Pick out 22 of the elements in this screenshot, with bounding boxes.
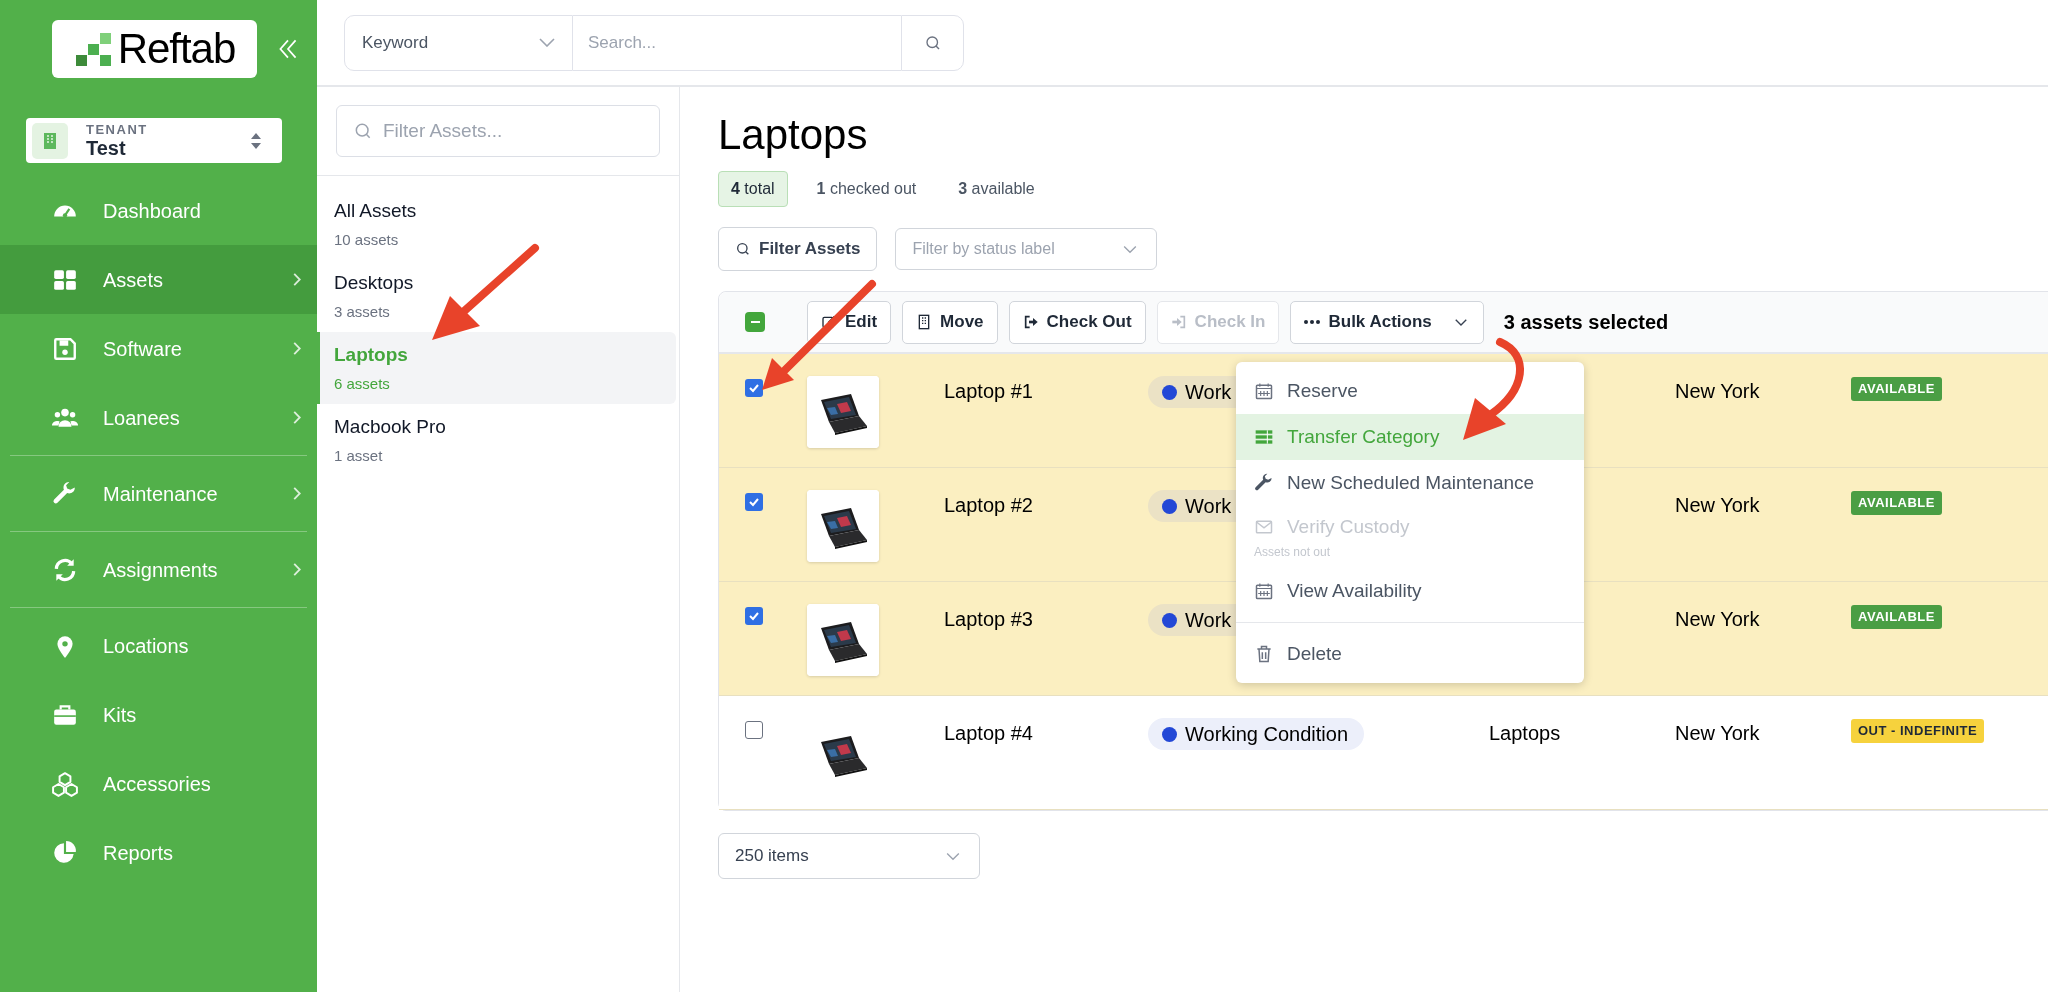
location-text: New York <box>1675 380 1760 402</box>
location-text: New York <box>1675 494 1760 516</box>
category-text: Laptops <box>1489 722 1561 744</box>
location-text: New York <box>1675 722 1760 744</box>
logo-text: Reftab <box>117 28 236 70</box>
page-title: Laptops <box>718 111 869 159</box>
location-text: New York <box>1675 608 1760 630</box>
status-badge: AVAILABLE <box>1851 377 1942 401</box>
status-badge: AVAILABLE <box>1851 491 1942 515</box>
tenant-name: Test <box>86 138 127 158</box>
stat-count: 3 available <box>957 179 1036 199</box>
tenant-label: TENANT <box>86 123 149 136</box>
asset-name: Laptop #3 <box>944 608 1033 630</box>
asset-name: Laptop #1 <box>944 380 1033 402</box>
status-pill: Working Condition <box>1148 718 1365 750</box>
asset-name: Laptop #4 <box>944 722 1033 744</box>
status-badge: OUT - INDEFINITE <box>1851 719 1985 743</box>
status-badge: AVAILABLE <box>1851 605 1942 629</box>
stat-count: 1 checked out <box>815 179 918 199</box>
stat-count: 4 total <box>718 171 788 207</box>
asset-name: Laptop #2 <box>944 494 1033 516</box>
selection-count: 3 assets selected <box>1503 310 1669 335</box>
